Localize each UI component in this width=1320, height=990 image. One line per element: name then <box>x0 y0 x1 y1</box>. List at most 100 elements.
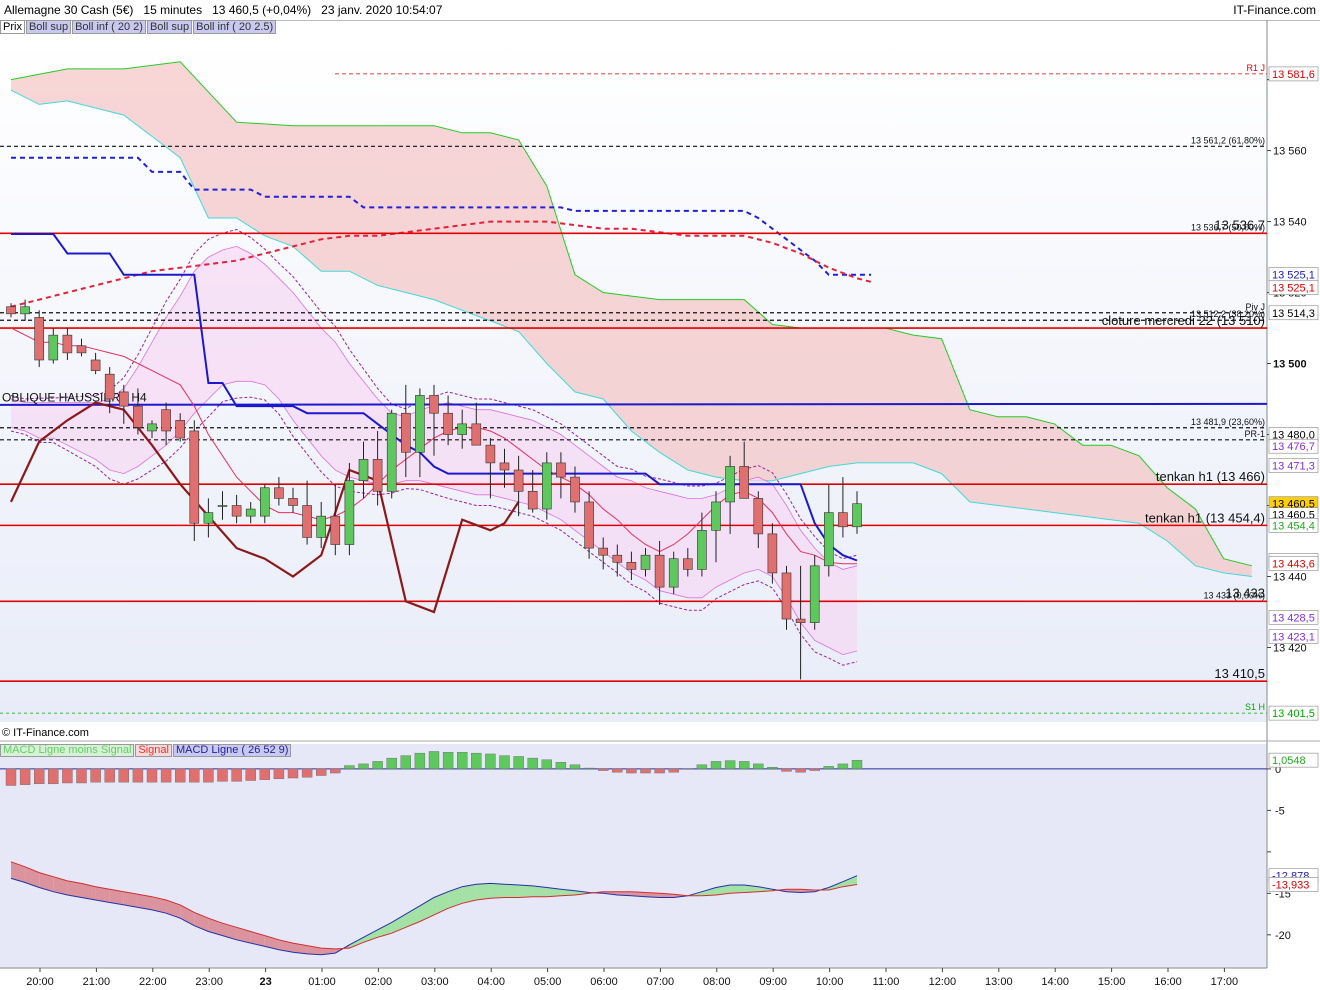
candle <box>781 572 792 620</box>
time-label: 09:00 <box>759 976 787 988</box>
macd-tag: 1,0548 <box>1272 755 1306 767</box>
time-label: 10:00 <box>816 976 844 988</box>
macd-hist-bar <box>583 767 595 770</box>
legend-macd-line[interactable]: MACD Ligne ( 26 52 9) <box>172 744 292 757</box>
y-tick-label: 13 560 <box>1273 146 1307 158</box>
candle <box>513 469 524 492</box>
legend-boll-sup-2[interactable]: Boll sup <box>146 20 193 34</box>
y-tick-label: 13 440 <box>1273 571 1307 583</box>
candle <box>584 501 594 549</box>
candle <box>316 515 327 538</box>
time-label: 05:00 <box>534 976 562 988</box>
candle <box>668 558 679 588</box>
level-label-7: PR-1 <box>1244 429 1265 439</box>
candle <box>598 547 609 556</box>
candle <box>823 512 834 567</box>
indicator-legend: Prix Boll sup Boll inf ( 20 2) Boll sup … <box>0 20 277 34</box>
time-label: 13:00 <box>985 976 1013 988</box>
candle <box>386 412 397 492</box>
level-label-6: 13 481,9 (23,60%) <box>1191 417 1265 427</box>
macd-legend: MACD Ligne moins Signal Signal MACD Lign… <box>0 744 292 757</box>
level-label-0: R1 J <box>1246 63 1265 73</box>
candle <box>654 554 665 588</box>
oblique-line <box>0 402 1268 406</box>
price-chart[interactable]: R1 J13 561,2 (61,80%)13 536,7 (50,00%)13… <box>0 0 1320 990</box>
macd-hist-bar <box>541 759 552 770</box>
macd-tag: -13,933 <box>1272 879 1309 891</box>
candle <box>358 459 369 481</box>
level-tag: 13 514,3 <box>1272 308 1315 320</box>
macd-y-tick-label: -5 <box>1275 805 1285 817</box>
macd-hist-bar <box>62 768 73 784</box>
macd-hist-bar <box>19 768 31 785</box>
level-label-5: cloture mercredi 22 (13 510) <box>1102 313 1265 328</box>
macd-hist-bar <box>386 757 397 770</box>
candle <box>556 462 566 478</box>
legend-boll-sup-1[interactable]: Boll sup <box>25 20 72 34</box>
macd-hist-bar <box>34 768 45 785</box>
macd-hist-bar <box>203 768 214 783</box>
macd-hist-bar <box>76 768 87 784</box>
level-label-9: tenkan h1 (13 454,4) <box>1145 510 1265 525</box>
macd-hist-bar <box>344 765 355 770</box>
time-label: 11:00 <box>873 976 900 988</box>
candle <box>626 561 637 570</box>
candle <box>274 487 284 499</box>
level-label-8: tenkan h1 (13 466) <box>1156 469 1265 484</box>
candle <box>838 512 848 528</box>
time-label: 23 <box>259 976 271 988</box>
candle <box>541 462 552 510</box>
time-label: 21:00 <box>83 976 111 988</box>
candle <box>104 373 115 400</box>
candle <box>259 487 270 517</box>
candle <box>640 554 651 570</box>
macd-hist-bar <box>753 763 764 770</box>
candle <box>795 618 806 623</box>
candle <box>697 530 707 570</box>
macd-hist-bar <box>330 768 341 774</box>
candle <box>231 505 242 517</box>
macd-hist-bar <box>273 768 285 780</box>
macd-hist-bar <box>668 768 679 773</box>
legend-prix[interactable]: Prix <box>0 20 25 34</box>
time-label: 04:00 <box>477 976 505 988</box>
legend-boll-inf-2[interactable]: Boll inf ( 20 2.5) <box>193 20 277 34</box>
candle <box>753 498 764 535</box>
time-label: 07:00 <box>647 976 675 988</box>
macd-hist-bar <box>767 767 778 770</box>
candle <box>161 409 171 432</box>
legend-macd-signal[interactable]: Signal <box>135 744 172 757</box>
macd-hist-bar <box>851 759 863 770</box>
macd-hist-bar <box>189 768 200 783</box>
y-tick-label: 13 540 <box>1273 217 1307 229</box>
candle <box>48 334 59 361</box>
price-tag: 13 471,3 <box>1272 460 1315 472</box>
macd-hist-bar <box>301 768 313 778</box>
macd-hist-bar <box>48 768 59 785</box>
candle <box>527 491 538 510</box>
price-tag: 13 423,1 <box>1272 631 1315 643</box>
time-label: 23:00 <box>195 976 223 988</box>
copyright: © IT-Finance.com <box>2 727 89 739</box>
macd-hist-bar <box>739 761 750 770</box>
macd-hist-bar <box>457 752 468 770</box>
candle <box>612 554 623 563</box>
macd-hist-bar <box>174 768 186 783</box>
macd-hist-bar <box>555 762 567 770</box>
level-label2-2: 13 536,7 <box>1214 217 1265 232</box>
macd-hist-bar <box>724 760 736 770</box>
level-label2-10: 13 433 <box>1225 585 1265 600</box>
macd-hist-bar <box>160 768 172 783</box>
macd-hist-bar <box>710 761 722 770</box>
legend-macd-hist[interactable]: MACD Ligne moins Signal <box>0 744 135 757</box>
time-label: 03:00 <box>421 976 449 988</box>
candle <box>852 503 862 528</box>
level-label-11: 13 410,5 <box>1214 666 1265 681</box>
y-tick-label: 13 500 <box>1273 359 1307 371</box>
time-label: 14:00 <box>1041 976 1069 988</box>
legend-boll-inf-1[interactable]: Boll inf ( 20 2) <box>72 20 146 34</box>
time-label: 12:00 <box>929 976 957 988</box>
macd-hist-bar <box>654 768 665 774</box>
candle <box>682 558 693 570</box>
candle <box>429 395 439 414</box>
